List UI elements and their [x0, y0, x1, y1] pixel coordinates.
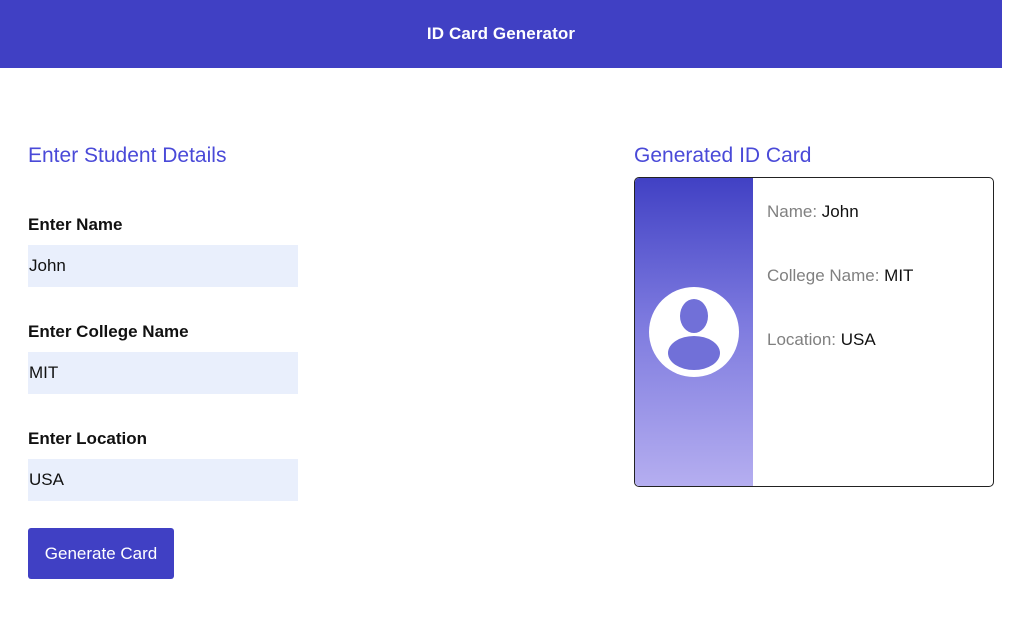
form-title: Enter Student Details [28, 144, 227, 167]
card-name-key: Name: [767, 202, 822, 221]
card-title: Generated ID Card [634, 144, 812, 167]
college-name-label: Enter College Name [28, 322, 189, 341]
name-input[interactable] [28, 245, 298, 287]
app-title: ID Card Generator [426, 24, 576, 43]
card-location-value: USA [840, 330, 876, 349]
avatar-body [668, 336, 720, 370]
college-name-input[interactable] [28, 352, 298, 394]
card-photo-panel [635, 178, 753, 486]
name-field-group: Enter Name [28, 214, 298, 287]
college-field-group: Enter College Name [28, 321, 298, 394]
card-college-value: MIT [884, 266, 914, 285]
card-location-key: Location: [767, 330, 841, 349]
id-card: Name: John College Name: MIT Location: U… [634, 177, 994, 487]
generate-card-button[interactable]: Generate Card [28, 528, 174, 579]
card-details: Name: John College Name: MIT Location: U… [753, 178, 913, 486]
card-location-row: Location: USA [767, 329, 913, 351]
app-header: ID Card Generator [0, 0, 1002, 68]
card-college-key: College Name: [767, 266, 885, 285]
card-college-row: College Name: MIT [767, 265, 913, 287]
location-field-group: Enter Location [28, 428, 298, 501]
card-name-value: John [821, 202, 859, 221]
generated-card-panel: Generated ID Card Name: John College Nam… [634, 140, 994, 487]
student-details-form: Enter Student Details Enter Name Enter C… [28, 140, 298, 579]
avatar-head [680, 299, 708, 333]
name-label: Enter Name [28, 215, 123, 234]
user-avatar-icon [649, 287, 739, 377]
location-input[interactable] [28, 459, 298, 501]
card-name-row: Name: John [767, 201, 913, 223]
location-label: Enter Location [28, 429, 148, 448]
